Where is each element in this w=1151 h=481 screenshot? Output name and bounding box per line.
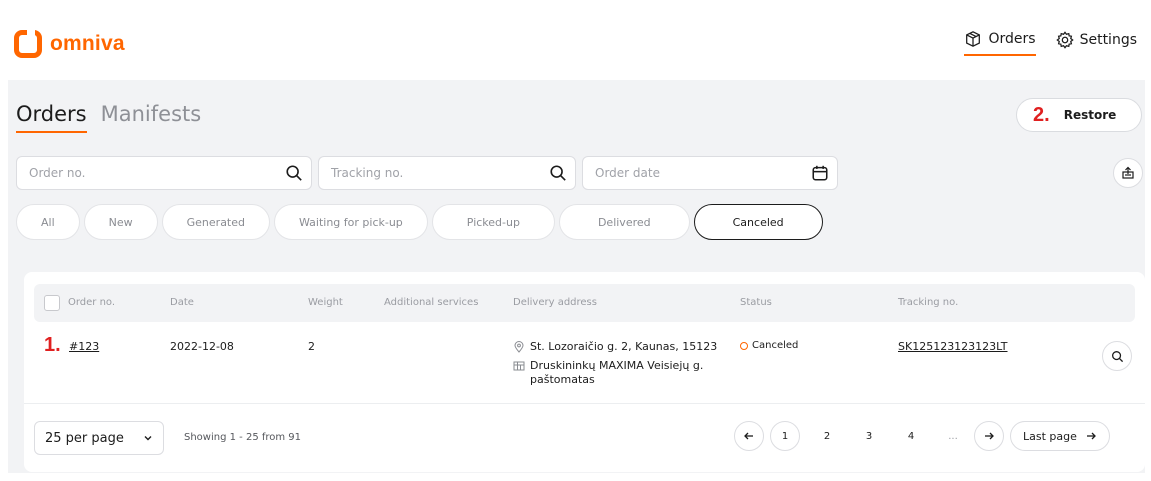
- last-page-label: Last page: [1023, 429, 1077, 443]
- per-page-value: 25 per page: [45, 430, 124, 446]
- order-date-field[interactable]: Order date: [582, 156, 838, 190]
- parcel-machine-text: Druskininkų MAXIMA Veisiejų g. paštomata…: [530, 359, 704, 386]
- filter-bar: Order no. Tracking no. Order date: [16, 156, 838, 190]
- tracking-no-placeholder: Tracking no.: [331, 166, 404, 180]
- address-line: St. Lozoraičio g. 2, Kaunas, 15123: [513, 340, 723, 354]
- arrow-right-icon: [1086, 432, 1096, 440]
- box-icon: [966, 31, 981, 47]
- header-status: Status: [740, 297, 772, 308]
- last-page-button[interactable]: Last page: [1010, 421, 1110, 451]
- header-additional-services: Additional services: [384, 297, 479, 308]
- top-bar: omniva Orders Settings: [0, 8, 1151, 78]
- table-row: 1. #123 2022-12-08 2 St. Lozoraičio g. 2…: [24, 324, 1145, 404]
- header-order-no: Order no.: [68, 297, 116, 308]
- delivery-address: St. Lozoraičio g. 2, Kaunas, 15123 Drusk…: [513, 340, 723, 392]
- nav-settings[interactable]: Settings: [1055, 30, 1137, 56]
- status-filter-chips: All New Generated Waiting for pick-up Pi…: [16, 204, 823, 240]
- page-2[interactable]: 2: [806, 431, 848, 442]
- page-tabs: Orders Manifests: [16, 102, 201, 133]
- order-weight: 2: [308, 340, 315, 353]
- orders-table: Order no. Date Weight Additional service…: [24, 272, 1145, 472]
- tracking-no-field[interactable]: Tracking no.: [318, 156, 576, 190]
- page-4[interactable]: 4: [890, 431, 932, 442]
- brand-name: omniva: [50, 32, 125, 55]
- annotation-marker-2: 2.: [1033, 104, 1050, 126]
- export-icon: [1122, 166, 1134, 179]
- omniva-logo-mark: [14, 28, 42, 58]
- chip-all[interactable]: All: [16, 204, 80, 240]
- table-footer: 25 per page Showing 1 - 25 from 91 1 2 3…: [24, 413, 1145, 463]
- order-link[interactable]: #123: [69, 340, 99, 353]
- address-text: St. Lozoraičio g. 2, Kaunas, 15123: [530, 340, 718, 353]
- annotation-marker-1: 1.: [44, 334, 61, 356]
- calendar-icon: [812, 165, 828, 181]
- next-page-button[interactable]: [974, 421, 1004, 451]
- page-ellipsis: ...: [948, 430, 958, 442]
- search-icon: [286, 165, 302, 181]
- chevron-down-icon: [144, 436, 152, 441]
- select-all-checkbox[interactable]: [44, 295, 60, 311]
- showing-count: Showing 1 - 25 from 91: [184, 432, 302, 443]
- chip-waiting-for-pick-up[interactable]: Waiting for pick-up: [274, 204, 428, 240]
- page-3[interactable]: 3: [848, 431, 890, 442]
- tab-orders[interactable]: Orders: [16, 102, 87, 133]
- tracking-link[interactable]: SK125123123123LT: [898, 340, 1008, 353]
- chip-picked-up[interactable]: Picked-up: [431, 204, 555, 240]
- parcel-locker-icon: [513, 361, 525, 371]
- top-nav: Orders Settings: [964, 30, 1137, 56]
- status-text: Canceled: [752, 340, 799, 351]
- chip-delivered[interactable]: Delivered: [558, 204, 690, 240]
- chip-generated[interactable]: Generated: [161, 204, 270, 240]
- order-date: 2022-12-08: [170, 340, 234, 353]
- gear-icon: [1055, 31, 1074, 49]
- search-icon: [1111, 350, 1123, 362]
- table-header: Order no. Date Weight Additional service…: [34, 284, 1135, 322]
- header-tracking-no: Tracking no.: [898, 297, 959, 308]
- nav-orders[interactable]: Orders: [964, 30, 1036, 56]
- chip-new[interactable]: New: [83, 204, 158, 240]
- header-date: Date: [170, 297, 194, 308]
- location-pin-icon: [514, 341, 524, 353]
- orders-panel: Orders Manifests Restore 2. Order no. Tr…: [8, 80, 1145, 473]
- tab-manifests[interactable]: Manifests: [101, 102, 202, 133]
- order-no-placeholder: Order no.: [29, 166, 86, 180]
- order-no-field[interactable]: Order no.: [16, 156, 312, 190]
- view-order-button[interactable]: [1102, 341, 1132, 371]
- header-weight: Weight: [308, 297, 343, 308]
- omniva-logo[interactable]: omniva: [14, 28, 125, 58]
- pagination: 1 2 3 4 ... Last page: [734, 421, 1110, 451]
- status-badge: Canceled: [740, 340, 798, 351]
- nav-orders-label: Orders: [988, 31, 1036, 47]
- order-date-placeholder: Order date: [595, 166, 660, 180]
- prev-page-button[interactable]: [734, 421, 764, 451]
- page-1[interactable]: 1: [770, 421, 800, 451]
- status-dot-icon: [740, 341, 748, 350]
- export-button[interactable]: [1113, 158, 1143, 188]
- nav-settings-label: Settings: [1079, 32, 1137, 48]
- arrow-left-icon: [744, 432, 753, 440]
- parcel-machine-line: Druskininkų MAXIMA Veisiejų g. paštomata…: [513, 359, 723, 387]
- arrow-right-icon: [985, 432, 994, 440]
- chip-canceled[interactable]: Canceled: [693, 204, 823, 240]
- per-page-select[interactable]: 25 per page: [34, 421, 164, 455]
- search-icon: [550, 165, 566, 181]
- header-delivery-address: Delivery address: [513, 297, 597, 308]
- restore-label: Restore: [1063, 108, 1117, 122]
